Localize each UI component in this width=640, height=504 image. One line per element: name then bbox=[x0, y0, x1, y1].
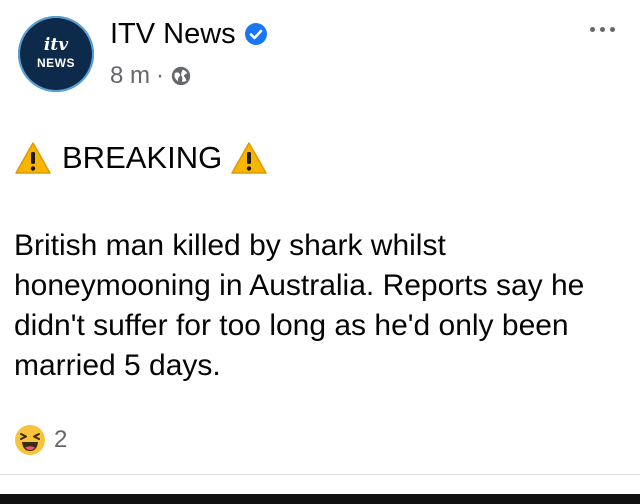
breaking-label: BREAKING bbox=[62, 140, 223, 175]
warning-icon bbox=[15, 142, 51, 174]
post-header: itv NEWS ITV News 8 m · bbox=[0, 0, 640, 110]
avatar-logo-itv: itv bbox=[43, 35, 69, 55]
post-body: British man killed by shark whilst honey… bbox=[14, 229, 585, 382]
facebook-post: itv NEWS ITV News 8 m · BREAKING British… bbox=[0, 0, 640, 504]
page-name[interactable]: ITV News bbox=[110, 16, 236, 52]
avatar[interactable]: itv NEWS bbox=[18, 16, 94, 92]
bottom-edge bbox=[0, 494, 640, 504]
haha-reaction-icon bbox=[15, 425, 45, 455]
breaking-heading: BREAKING bbox=[14, 136, 268, 180]
post-meta: 8 m · bbox=[110, 60, 192, 92]
more-options-icon[interactable] bbox=[580, 14, 624, 44]
reactions-summary[interactable]: 2 bbox=[14, 420, 67, 460]
avatar-logo-news: NEWS bbox=[37, 56, 75, 70]
divider bbox=[0, 474, 640, 475]
globe-icon bbox=[171, 66, 191, 86]
verified-badge-icon bbox=[244, 23, 267, 45]
page-name-row: ITV News bbox=[110, 16, 268, 52]
warning-icon bbox=[231, 142, 267, 174]
post-timestamp[interactable]: 8 m bbox=[110, 62, 150, 90]
meta-separator: · bbox=[156, 62, 165, 89]
reaction-count: 2 bbox=[54, 426, 68, 453]
